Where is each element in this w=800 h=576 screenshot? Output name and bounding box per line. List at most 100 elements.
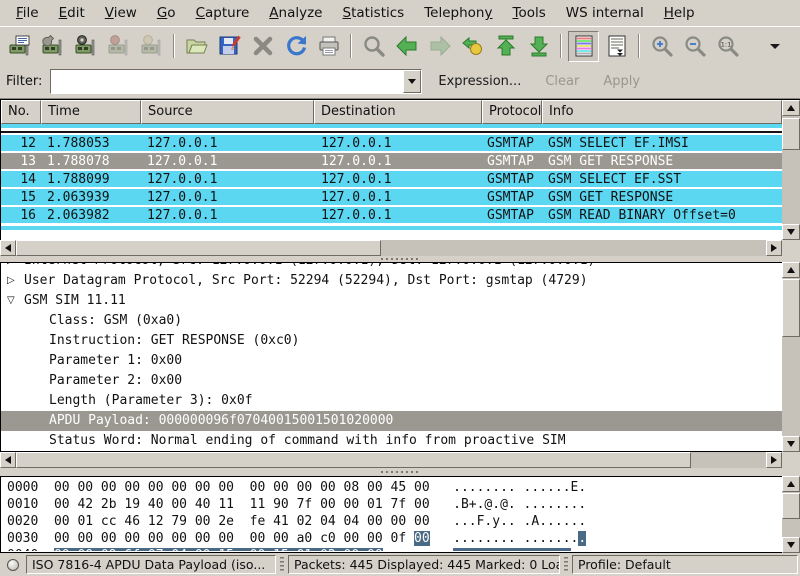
scroll-thumb[interactable] bbox=[782, 118, 800, 150]
menu-statistics[interactable]: Statistics bbox=[332, 2, 414, 24]
packet-row-11[interactable]: 111.787851127.0.0.1127.0.0.1GSMTAPGSM GE… bbox=[1, 124, 782, 130]
reload-file-button[interactable] bbox=[280, 31, 311, 62]
clear-button[interactable]: Clear bbox=[537, 70, 587, 93]
packet-list-hscrollbar[interactable] bbox=[0, 240, 782, 256]
scroll-up-button[interactable] bbox=[782, 100, 800, 116]
column-header-source[interactable]: Source bbox=[141, 100, 314, 124]
menu-file[interactable]: File bbox=[6, 2, 49, 24]
scroll-track[interactable] bbox=[16, 240, 766, 256]
menu-view[interactable]: View bbox=[95, 2, 147, 24]
detail-line[interactable]: ▷User Datagram Protocol, Src Port: 52294… bbox=[1, 271, 782, 291]
expert-info-button[interactable] bbox=[4, 556, 22, 574]
packet-row-16[interactable]: 162.063982127.0.0.1127.0.0.1GSMTAPGSM RE… bbox=[1, 207, 782, 225]
detail-line[interactable]: Instruction: GET RESPONSE (0xc0) bbox=[1, 331, 782, 351]
restart-capture-button[interactable] bbox=[136, 31, 167, 62]
scroll-track[interactable] bbox=[782, 116, 800, 224]
expanded-triangle-icon[interactable]: ▽ bbox=[7, 291, 15, 311]
menu-help[interactable]: Help bbox=[654, 2, 705, 24]
scroll-thumb[interactable] bbox=[782, 493, 800, 519]
menu-capture[interactable]: Capture bbox=[186, 2, 260, 24]
menu-ws-internal[interactable]: WS internal bbox=[556, 2, 654, 24]
detail-line[interactable]: Status Word: Normal ending of command wi… bbox=[1, 431, 782, 451]
open-file-button[interactable] bbox=[181, 31, 212, 62]
packet-row-12[interactable]: 121.788053127.0.0.1127.0.0.1GSMTAPGSM SE… bbox=[1, 135, 782, 153]
partial-packet-row[interactable]: 111.787851127.0.0.1127.0.0.1GSMTAPGSM GE… bbox=[1, 124, 782, 131]
expression-button[interactable]: Expression... bbox=[430, 70, 529, 93]
hex-row-0000[interactable]: 0000 00 00 00 00 00 00 00 00 00 00 00 00… bbox=[7, 479, 782, 496]
packet-row-15[interactable]: 152.063939127.0.0.1127.0.0.1GSMTAPGSM GE… bbox=[1, 189, 782, 207]
hex-row-0020[interactable]: 0020 00 01 cc 46 12 79 00 2e fe 41 02 04… bbox=[7, 513, 782, 530]
menu-edit[interactable]: Edit bbox=[49, 2, 95, 24]
packet-row-14[interactable]: 141.788099127.0.0.1127.0.0.1GSMTAPGSM SE… bbox=[1, 171, 782, 189]
scroll-down-button[interactable] bbox=[782, 224, 800, 240]
stop-capture-button[interactable] bbox=[103, 31, 134, 62]
scroll-up-button[interactable] bbox=[782, 262, 800, 278]
list-interfaces-button[interactable] bbox=[4, 31, 35, 62]
scroll-track[interactable] bbox=[782, 278, 800, 436]
filter-dropdown-button[interactable] bbox=[403, 70, 421, 93]
detail-line[interactable]: Parameter 1: 0x00 bbox=[1, 351, 782, 371]
column-header-protocol[interactable]: Protocol bbox=[482, 100, 542, 124]
scroll-thumb[interactable] bbox=[16, 240, 381, 256]
start-capture-button[interactable] bbox=[70, 31, 101, 62]
go-to-top-button[interactable] bbox=[490, 31, 521, 62]
pane-splitter-2[interactable] bbox=[0, 468, 800, 476]
scroll-up-button[interactable] bbox=[782, 476, 800, 492]
stop-capture-icon bbox=[107, 34, 131, 58]
hex-vscrollbar[interactable] bbox=[782, 476, 800, 553]
close-file-button[interactable] bbox=[247, 31, 278, 62]
hex-row-0010[interactable]: 0010 00 42 2b 19 40 00 40 11 11 90 7f 00… bbox=[7, 496, 782, 513]
hex-row-0030[interactable]: 0030 00 00 00 00 00 00 00 00 00 00 a0 c0… bbox=[7, 530, 782, 547]
go-to-bottom-button[interactable] bbox=[523, 31, 554, 62]
detail-line[interactable]: Parameter 2: 0x00 bbox=[1, 371, 782, 391]
detail-line[interactable]: APDU Payload: 000000096f0704001500150102… bbox=[1, 411, 782, 431]
toolbar-overflow-button[interactable] bbox=[759, 31, 790, 62]
scroll-thumb[interactable] bbox=[782, 279, 800, 337]
apply-button[interactable]: Apply bbox=[595, 70, 648, 93]
menu-analyze[interactable]: Analyze bbox=[259, 2, 332, 24]
collapsed-triangle-icon[interactable]: ▷ bbox=[7, 271, 15, 291]
zoom-in-button[interactable] bbox=[646, 31, 677, 62]
save-file-button[interactable] bbox=[214, 31, 245, 62]
zoom-out-button[interactable] bbox=[679, 31, 710, 62]
scroll-track[interactable] bbox=[16, 452, 766, 468]
colorize-button[interactable] bbox=[568, 31, 599, 62]
capture-options-button[interactable] bbox=[37, 31, 68, 62]
go-to-packet-button[interactable] bbox=[457, 31, 488, 62]
status-profile[interactable]: Profile: Default bbox=[572, 555, 798, 574]
menu-tools[interactable]: Tools bbox=[502, 2, 555, 24]
detail-line[interactable]: ▷Internet Protocol, Src: 127.0.0.1 (127.… bbox=[1, 263, 782, 271]
collapsed-triangle-icon[interactable]: ▷ bbox=[7, 263, 15, 271]
details-vscrollbar[interactable] bbox=[782, 262, 800, 452]
go-back-button[interactable] bbox=[391, 31, 422, 62]
filter-input[interactable] bbox=[51, 70, 403, 93]
scroll-down-button[interactable] bbox=[782, 436, 800, 452]
menu-telephony[interactable]: Telephony bbox=[414, 2, 502, 24]
zoom-100-button[interactable]: 1:1 bbox=[712, 31, 743, 62]
menu-go[interactable]: Go bbox=[147, 2, 186, 24]
scroll-right-button[interactable] bbox=[766, 240, 782, 256]
scroll-right-button[interactable] bbox=[766, 452, 782, 468]
find-packet-button[interactable] bbox=[358, 31, 389, 62]
print-button[interactable] bbox=[313, 31, 344, 62]
scroll-down-button[interactable] bbox=[782, 537, 800, 553]
scroll-track[interactable] bbox=[782, 492, 800, 537]
column-header-time[interactable]: Time bbox=[41, 100, 141, 124]
detail-line[interactable]: Class: GSM (0xa0) bbox=[1, 311, 782, 331]
partial-packet-row-bottom[interactable] bbox=[1, 225, 782, 230]
hex-row-0040[interactable]: 0040 00 00 09 6f 07 04 00 15 00 15 01 02… bbox=[7, 547, 782, 551]
column-header-no[interactable]: No. bbox=[1, 100, 41, 124]
column-header-destination[interactable]: Destination bbox=[314, 100, 482, 124]
column-header-info[interactable]: Info bbox=[542, 100, 782, 124]
restart-capture-icon bbox=[140, 34, 164, 58]
packet-row-13[interactable]: 131.788078127.0.0.1127.0.0.1GSMTAPGSM GE… bbox=[1, 153, 782, 171]
details-hscrollbar[interactable] bbox=[0, 452, 782, 468]
scroll-left-button[interactable] bbox=[0, 240, 16, 256]
detail-line[interactable]: ▽GSM SIM 11.11 bbox=[1, 291, 782, 311]
scroll-left-button[interactable] bbox=[0, 452, 16, 468]
scroll-thumb[interactable] bbox=[16, 452, 691, 468]
auto-scroll-button[interactable] bbox=[601, 31, 632, 62]
detail-line[interactable]: Length (Parameter 3): 0x0f bbox=[1, 391, 782, 411]
packet-list-vscrollbar[interactable] bbox=[782, 100, 800, 240]
go-forward-button[interactable] bbox=[424, 31, 455, 62]
